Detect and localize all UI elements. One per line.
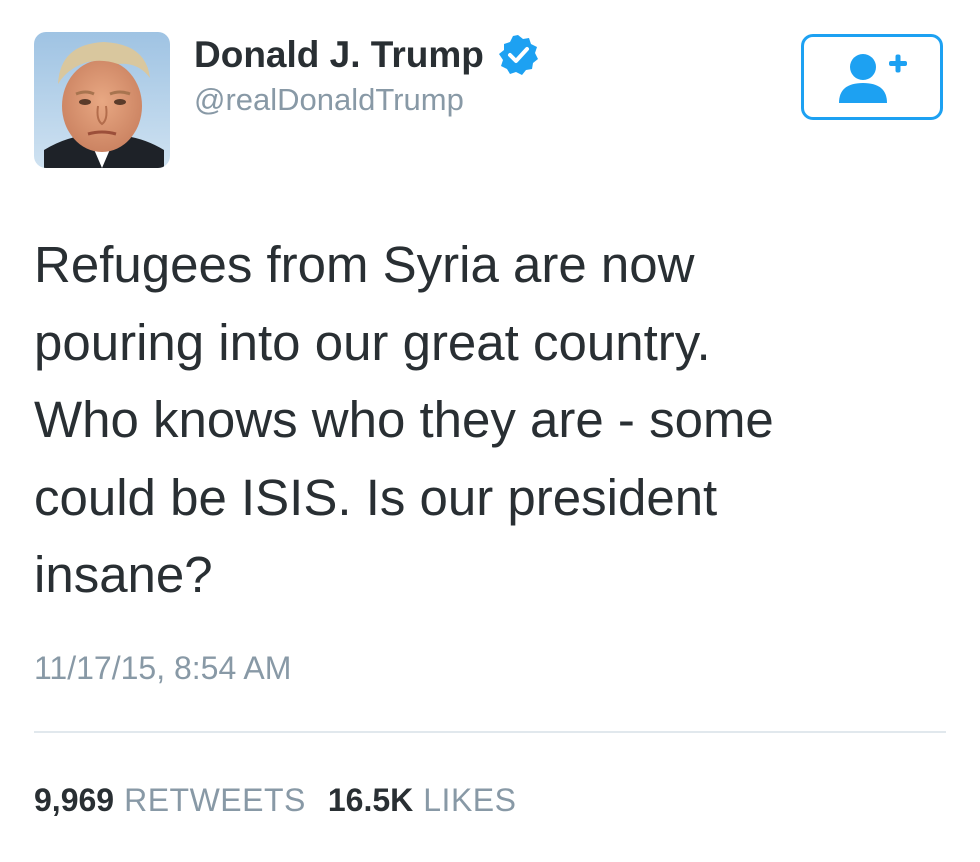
- profile-photo: [34, 32, 170, 168]
- tweet-text: Refugees from Syria are now pouring into…: [34, 236, 774, 603]
- divider: [34, 731, 946, 733]
- add-user-icon: [839, 54, 907, 103]
- retweet-label: RETWEETS: [124, 782, 306, 818]
- tweet-stats: 9,969 RETWEETS 16.5K LIKES: [34, 779, 516, 821]
- author-display-name[interactable]: Donald J. Trump: [194, 33, 540, 77]
- tweet-timestamp[interactable]: 11/17/15, 8:54 AM: [34, 647, 291, 689]
- avatar[interactable]: [34, 32, 170, 168]
- verified-badge-icon: [496, 33, 540, 77]
- follow-button[interactable]: [801, 34, 943, 120]
- like-count: 16.5K: [327, 782, 414, 818]
- like-label: LIKES: [423, 782, 517, 818]
- retweet-count: 9,969: [34, 782, 115, 818]
- display-name-text: Donald J. Trump: [194, 34, 484, 75]
- author-handle[interactable]: @realDonaldTrump: [194, 80, 464, 120]
- retweets-stat[interactable]: 9,969 RETWEETS: [34, 779, 306, 821]
- likes-stat[interactable]: 16.5K LIKES: [328, 779, 517, 821]
